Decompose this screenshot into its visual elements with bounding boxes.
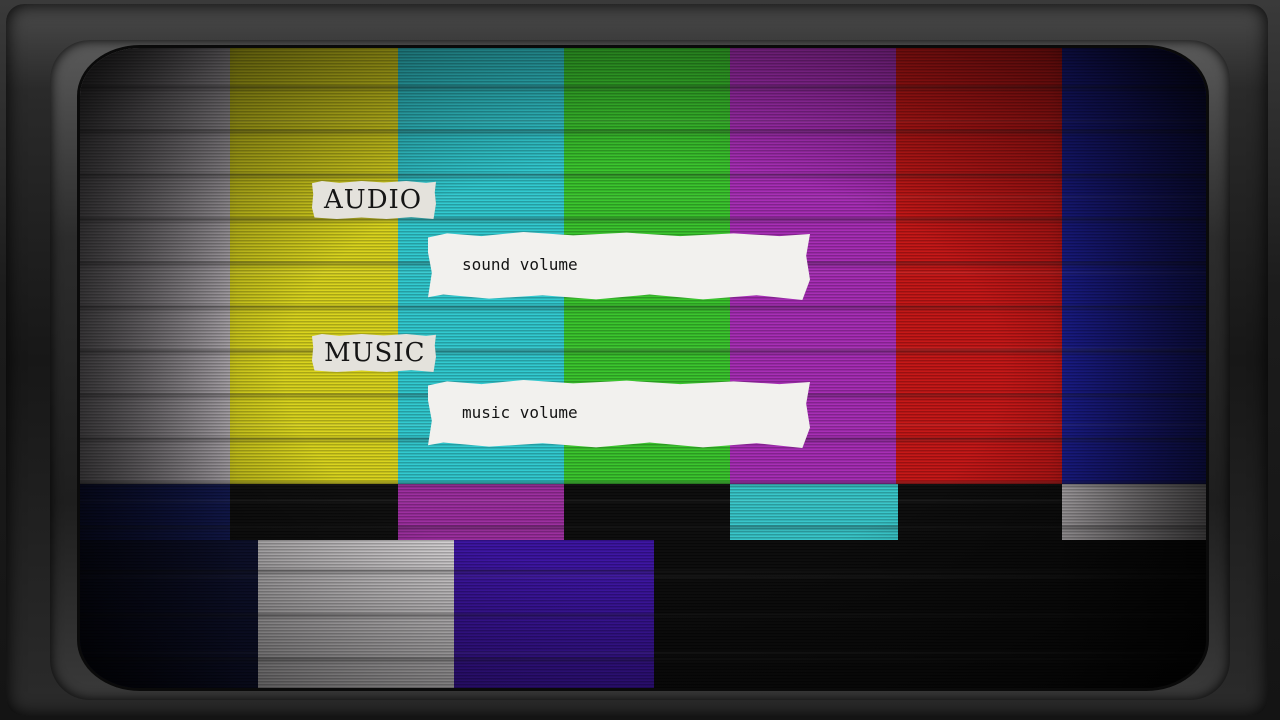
- middle-bar-white: [1062, 484, 1206, 540]
- bottom-bar-purple: [454, 540, 654, 688]
- sound-volume-slider[interactable]: sound volume: [428, 232, 810, 300]
- music-section-heading: MUSIC: [312, 334, 436, 372]
- tv-frame: AUDIO sound volume MUSIC music volume: [0, 0, 1280, 720]
- middle-bar-cyan: [730, 484, 898, 540]
- bottom-bar-navy: [80, 540, 258, 688]
- tv-screen: [80, 48, 1206, 688]
- color-bar-yellow: [230, 48, 398, 484]
- middle-bar-black: [898, 484, 1062, 540]
- music-volume-label: music volume: [462, 403, 578, 422]
- middle-bar-black: [230, 484, 398, 540]
- music-volume-slider[interactable]: music volume: [428, 380, 810, 448]
- color-bar-white: [80, 48, 230, 484]
- bottom-bar-white: [258, 540, 454, 688]
- middle-bar-blue: [80, 484, 230, 540]
- bottom-bar-black: [654, 540, 1206, 688]
- middle-bar-black: [564, 484, 730, 540]
- color-bar-red: [896, 48, 1062, 484]
- color-bar-blue: [1062, 48, 1206, 484]
- middle-bar-magenta: [398, 484, 564, 540]
- sound-volume-label: sound volume: [462, 255, 578, 274]
- audio-section-heading: AUDIO: [312, 181, 436, 219]
